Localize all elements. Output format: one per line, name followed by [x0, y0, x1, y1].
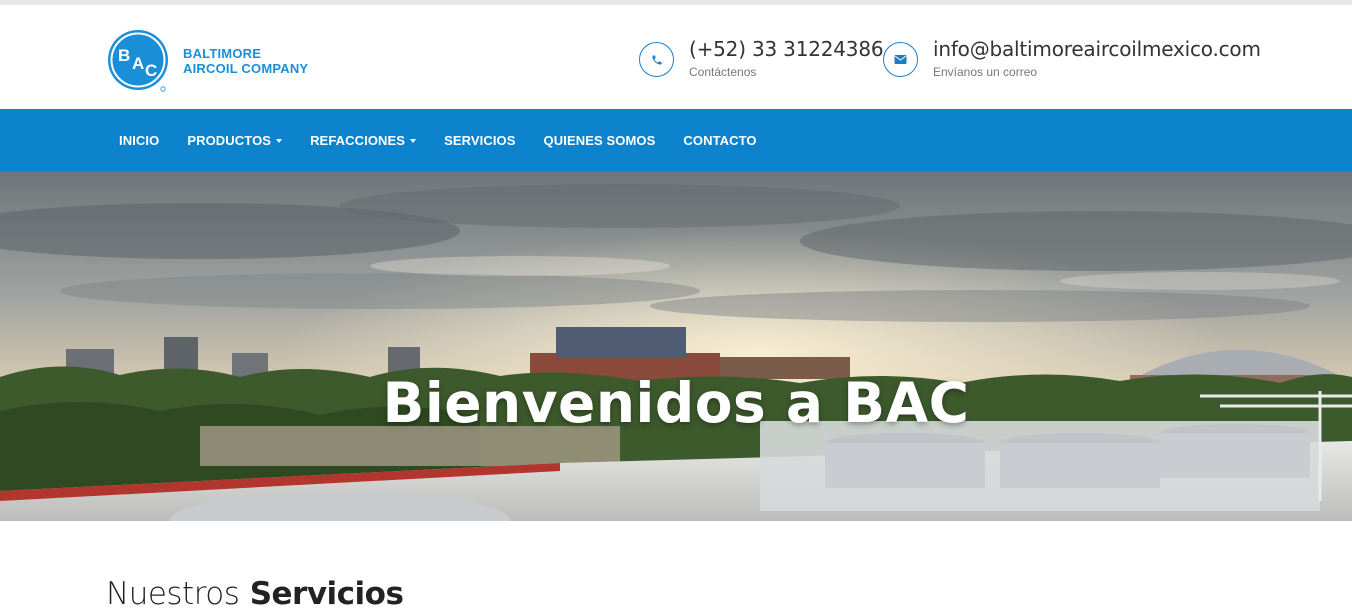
caret-down-icon: [276, 138, 283, 143]
nav-item-servicios[interactable]: SERVICIOS: [430, 109, 529, 171]
caret-down-icon: [410, 138, 417, 143]
nav-item-label: INICIO: [119, 132, 160, 148]
site-header: B A C BALTIMORE AIRCOIL COMPANY (+52) 33…: [0, 5, 1352, 109]
logo-letter-c: C: [145, 61, 157, 80]
services-heading-bold: Servicios: [249, 576, 404, 608]
nav-item-label: QUIENES SOMOS: [543, 132, 656, 148]
brand-name-line1: BALTIMORE: [183, 46, 262, 61]
phone-number[interactable]: (+52) 33 31224386: [689, 37, 884, 61]
email-address[interactable]: info@baltimoreaircoilmexico.com: [933, 37, 1261, 61]
brand-name: BALTIMORE AIRCOIL COMPANY: [183, 46, 308, 76]
brand-logo[interactable]: B A C BALTIMORE AIRCOIL COMPANY: [106, 28, 308, 94]
envelope-icon: [883, 42, 918, 77]
hero-title: Bienvenidos a BAC: [382, 371, 970, 435]
nav-item-label: SERVICIOS: [444, 132, 516, 148]
phone-icon: [639, 42, 674, 77]
phone-label: Contáctenos: [689, 65, 757, 79]
brand-name-line2: AIRCOIL COMPANY: [183, 61, 309, 76]
contact-email[interactable]: info@baltimoreaircoilmexico.com Envíanos…: [883, 37, 1261, 79]
logo-letter-a: A: [132, 54, 144, 73]
contact-phone[interactable]: (+52) 33 31224386 Contáctenos: [639, 37, 884, 79]
nav-item-refacciones[interactable]: REFACCIONES: [296, 109, 430, 171]
logo-letter-b: B: [118, 46, 130, 65]
nav-item-inicio[interactable]: INICIO: [105, 109, 173, 171]
hero-banner: Bienvenidos a BAC: [0, 171, 1352, 521]
email-label: Envíanos un correo: [933, 65, 1038, 79]
nav-item-productos[interactable]: PRODUCTOS: [173, 109, 296, 171]
nav-item-label: REFACCIONES: [310, 132, 406, 148]
main-navbar: INICIO PRODUCTOS REFACCIONES SERVICIOS Q…: [0, 109, 1352, 171]
services-heading: Nuestros Servicios: [106, 576, 404, 608]
nav-item-label: PRODUCTOS: [187, 132, 272, 148]
bac-logo-icon: B A C: [106, 28, 170, 94]
nav-menu: INICIO PRODUCTOS REFACCIONES SERVICIOS Q…: [105, 109, 771, 171]
services-heading-light: Nuestros: [106, 576, 240, 608]
hero-image: [0, 171, 1352, 521]
nav-item-quienes-somos[interactable]: QUIENES SOMOS: [530, 109, 670, 171]
nav-item-contacto[interactable]: CONTACTO: [669, 109, 770, 171]
nav-item-label: CONTACTO: [683, 132, 757, 148]
